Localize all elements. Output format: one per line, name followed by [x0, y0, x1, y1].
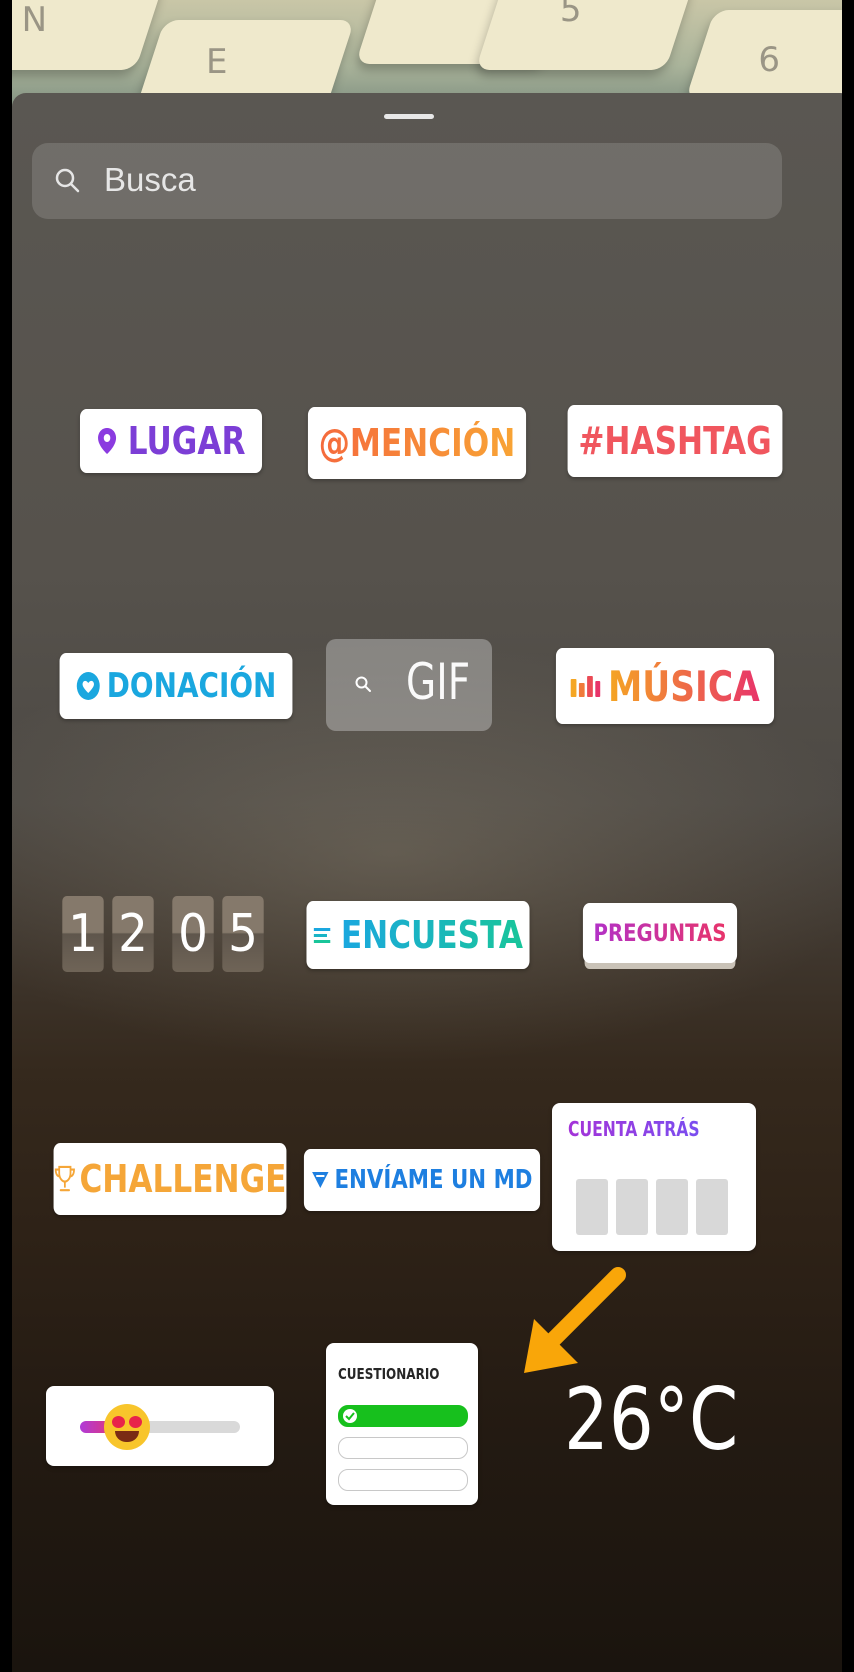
sticker-quiz[interactable]: CUESTIONARIO: [326, 1343, 478, 1505]
quiz-option: [338, 1437, 468, 1459]
sticker-emoji-slider[interactable]: [46, 1386, 274, 1466]
check-icon: [343, 1409, 357, 1423]
sticker-gif[interactable]: GIF: [326, 639, 492, 731]
sticker-challenge[interactable]: CHALLENGE: [53, 1143, 287, 1215]
search-input[interactable]: Busca: [104, 161, 196, 199]
trophy-icon: [54, 1165, 75, 1192]
sticker-clock[interactable]: 1 2 0 5: [60, 896, 270, 972]
sticker-hashtag[interactable]: #HASHTAG: [567, 405, 783, 477]
drag-handle[interactable]: [384, 114, 434, 119]
countdown-slot: [576, 1179, 608, 1235]
heart-eyes-emoji-icon[interactable]: [104, 1404, 150, 1450]
heart-icon: [76, 672, 100, 700]
sticker-countdown[interactable]: CUENTA ATRÁS: [552, 1103, 756, 1251]
frame-edge: [0, 0, 12, 1672]
sticker-location[interactable]: LUGAR: [79, 409, 263, 473]
list-icon: [313, 928, 331, 943]
keyboard-key: 6: [685, 10, 854, 100]
search-icon: [55, 168, 80, 193]
countdown-slot: [696, 1179, 728, 1235]
sticker-music[interactable]: MÚSICA: [555, 648, 775, 724]
sticker-mention[interactable]: @MENCIÓN: [307, 407, 527, 479]
countdown-slot: [616, 1179, 648, 1235]
quiz-option-correct: [338, 1405, 468, 1427]
map-pin-icon: [98, 428, 117, 454]
sticker-temperature[interactable]: 26°C: [564, 1370, 738, 1470]
keyboard-key: 5: [475, 0, 695, 70]
arrow-annotation-icon: [524, 1267, 626, 1373]
sticker-dm[interactable]: ENVÍAME UN MD: [303, 1149, 541, 1211]
clock-digit: 5: [222, 896, 264, 972]
sticker-questions[interactable]: PREGUNTAS: [582, 903, 738, 963]
clock-digit: 1: [62, 896, 104, 972]
sticker-donation[interactable]: DONACIÓN: [59, 653, 293, 719]
countdown-slot: [656, 1179, 688, 1235]
send-icon: [312, 1172, 329, 1188]
audio-bars-icon: [571, 676, 601, 697]
search-bar[interactable]: Busca: [32, 143, 782, 219]
frame-edge: [842, 0, 854, 1672]
clock-digit: 2: [112, 896, 154, 972]
keyboard-key: N: [0, 0, 165, 70]
quiz-option: [338, 1469, 468, 1491]
sticker-tray: Busca LUGAR @MENCIÓN #HASHTAG DONACIÓN G…: [12, 93, 854, 1672]
sticker-poll[interactable]: ENCUESTA: [306, 901, 530, 969]
search-icon: [355, 676, 371, 692]
clock-digit: 0: [172, 896, 214, 972]
